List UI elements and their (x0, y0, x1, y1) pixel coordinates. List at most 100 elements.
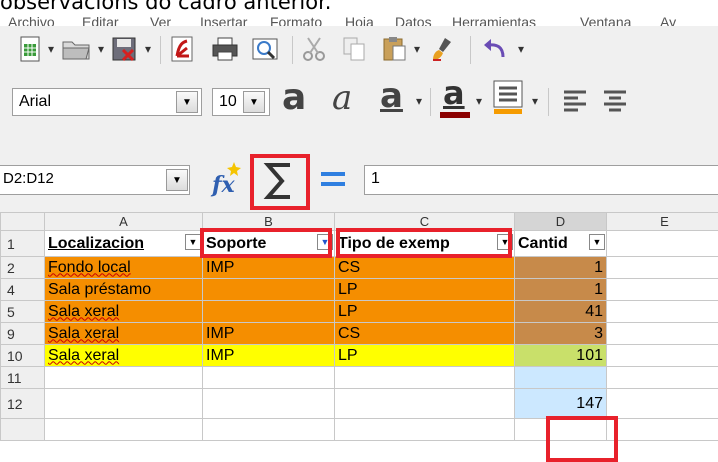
cell[interactable] (514, 366, 607, 389)
column-header-a[interactable]: A (44, 212, 203, 231)
cell[interactable] (44, 388, 203, 419)
align-center-icon[interactable] (600, 84, 630, 114)
print-preview-icon[interactable] (250, 36, 280, 62)
cut-icon[interactable] (300, 36, 328, 62)
cell[interactable] (334, 366, 515, 389)
cell[interactable] (202, 388, 335, 419)
cell[interactable]: Fondo local (44, 256, 203, 279)
cell[interactable]: 101 (514, 344, 607, 367)
chevron-down-icon[interactable]: ▼ (166, 169, 188, 191)
menu-ver[interactable]: Ver (150, 14, 171, 26)
bold-button[interactable]: a (282, 78, 306, 118)
paste-icon[interactable] (380, 36, 410, 62)
italic-button[interactable]: a (332, 78, 352, 118)
menu-datos[interactable]: Datos (395, 14, 432, 26)
cell[interactable]: IMP (202, 344, 335, 367)
save-icon[interactable] (110, 36, 140, 62)
autofilter-dropdown-icon[interactable]: ▼ (589, 234, 605, 250)
highlight-icon[interactable] (490, 80, 526, 114)
cell[interactable]: IMP (202, 322, 335, 345)
new-spreadsheet-icon[interactable] (18, 36, 42, 62)
cell[interactable] (606, 256, 718, 279)
chevron-down-icon[interactable]: ▼ (176, 91, 198, 113)
name-box[interactable]: D2:D12 (0, 165, 190, 195)
cell[interactable] (202, 418, 335, 441)
undo-icon[interactable] (480, 36, 510, 62)
cell[interactable]: CS (334, 256, 515, 279)
cell[interactable]: LP (334, 344, 515, 367)
cell[interactable]: Sala xeral (44, 322, 203, 345)
cell[interactable] (606, 322, 718, 345)
row-header[interactable]: 10 (0, 344, 45, 367)
chevron-down-icon[interactable]: ▼ (243, 91, 265, 113)
open-folder-icon[interactable] (60, 36, 92, 62)
formula-equals-icon[interactable] (318, 168, 348, 190)
cell[interactable] (606, 366, 718, 389)
cell[interactable] (334, 388, 515, 419)
print-icon[interactable] (210, 36, 240, 62)
header-cell-cantidade[interactable]: Cantid ▼ (514, 230, 607, 257)
cell[interactable] (202, 278, 335, 301)
select-all-corner[interactable] (0, 212, 45, 231)
chevron-down-icon[interactable]: ▾ (414, 42, 420, 56)
clone-formatting-icon[interactable] (428, 36, 458, 62)
cell[interactable] (606, 278, 718, 301)
font-name-box[interactable]: Arial (12, 88, 202, 116)
menu-archivo[interactable]: Archivo (8, 14, 55, 26)
row-header[interactable]: 1 (0, 230, 45, 257)
row-header[interactable]: 9 (0, 322, 45, 345)
font-color-button[interactable]: a (443, 74, 465, 112)
cell[interactable]: IMP (202, 256, 335, 279)
menu-herramientas[interactable]: Herramientas (452, 14, 536, 26)
cell[interactable] (606, 344, 718, 367)
cell[interactable]: Sala xeral (44, 344, 203, 367)
menu-editar[interactable]: Editar (82, 14, 119, 26)
export-pdf-icon[interactable] (168, 36, 196, 62)
row-header[interactable]: 4 (0, 278, 45, 301)
row-header[interactable]: 5 (0, 300, 45, 323)
menu-hoja[interactable]: Hoja (345, 14, 374, 26)
column-header-d[interactable]: D (514, 212, 607, 231)
align-left-icon[interactable] (560, 84, 590, 114)
cell[interactable]: CS (334, 322, 515, 345)
menu-insertar[interactable]: Insertar (200, 14, 247, 26)
formula-input[interactable]: 1 (364, 165, 718, 195)
cell[interactable] (202, 366, 335, 389)
cell[interactable] (606, 230, 718, 257)
menu-ayuda[interactable]: Ay (660, 14, 676, 26)
cell[interactable] (606, 388, 718, 419)
chevron-down-icon[interactable]: ▾ (476, 94, 482, 108)
menu-formato[interactable]: Formato (270, 14, 322, 26)
cell[interactable]: LP (334, 300, 515, 323)
cell[interactable]: 1 (514, 278, 607, 301)
cell[interactable] (606, 418, 718, 441)
row-header[interactable] (0, 418, 45, 441)
cell-sum-total[interactable]: 147 (514, 388, 607, 419)
function-wizard-icon[interactable]: fx (210, 160, 246, 198)
chevron-down-icon[interactable]: ▾ (416, 94, 422, 108)
cell[interactable]: 41 (514, 300, 607, 323)
cell[interactable] (44, 366, 203, 389)
chevron-down-icon[interactable]: ▾ (518, 42, 524, 56)
autofilter-dropdown-icon[interactable]: ▼ (185, 234, 201, 250)
header-cell-localizacion[interactable]: Localizacion ▼ (44, 230, 203, 257)
row-header[interactable]: 2 (0, 256, 45, 279)
copy-icon[interactable] (340, 36, 368, 62)
underline-button[interactable]: a (380, 76, 403, 116)
chevron-down-icon[interactable]: ▾ (145, 42, 151, 56)
cell[interactable] (334, 418, 515, 441)
cell[interactable]: 1 (514, 256, 607, 279)
cell[interactable]: LP (334, 278, 515, 301)
cell[interactable] (202, 300, 335, 323)
cell[interactable] (44, 418, 203, 441)
cell[interactable]: 3 (514, 322, 607, 345)
cell[interactable]: Sala préstamo (44, 278, 203, 301)
chevron-down-icon[interactable]: ▾ (48, 42, 54, 56)
row-header[interactable]: 12 (0, 388, 45, 419)
column-header-e[interactable]: E (606, 212, 718, 231)
cell[interactable]: Sala xeral (44, 300, 203, 323)
chevron-down-icon[interactable]: ▾ (98, 42, 104, 56)
menu-ventana[interactable]: Ventana (580, 14, 631, 26)
cell[interactable] (606, 300, 718, 323)
row-header[interactable]: 11 (0, 366, 45, 389)
